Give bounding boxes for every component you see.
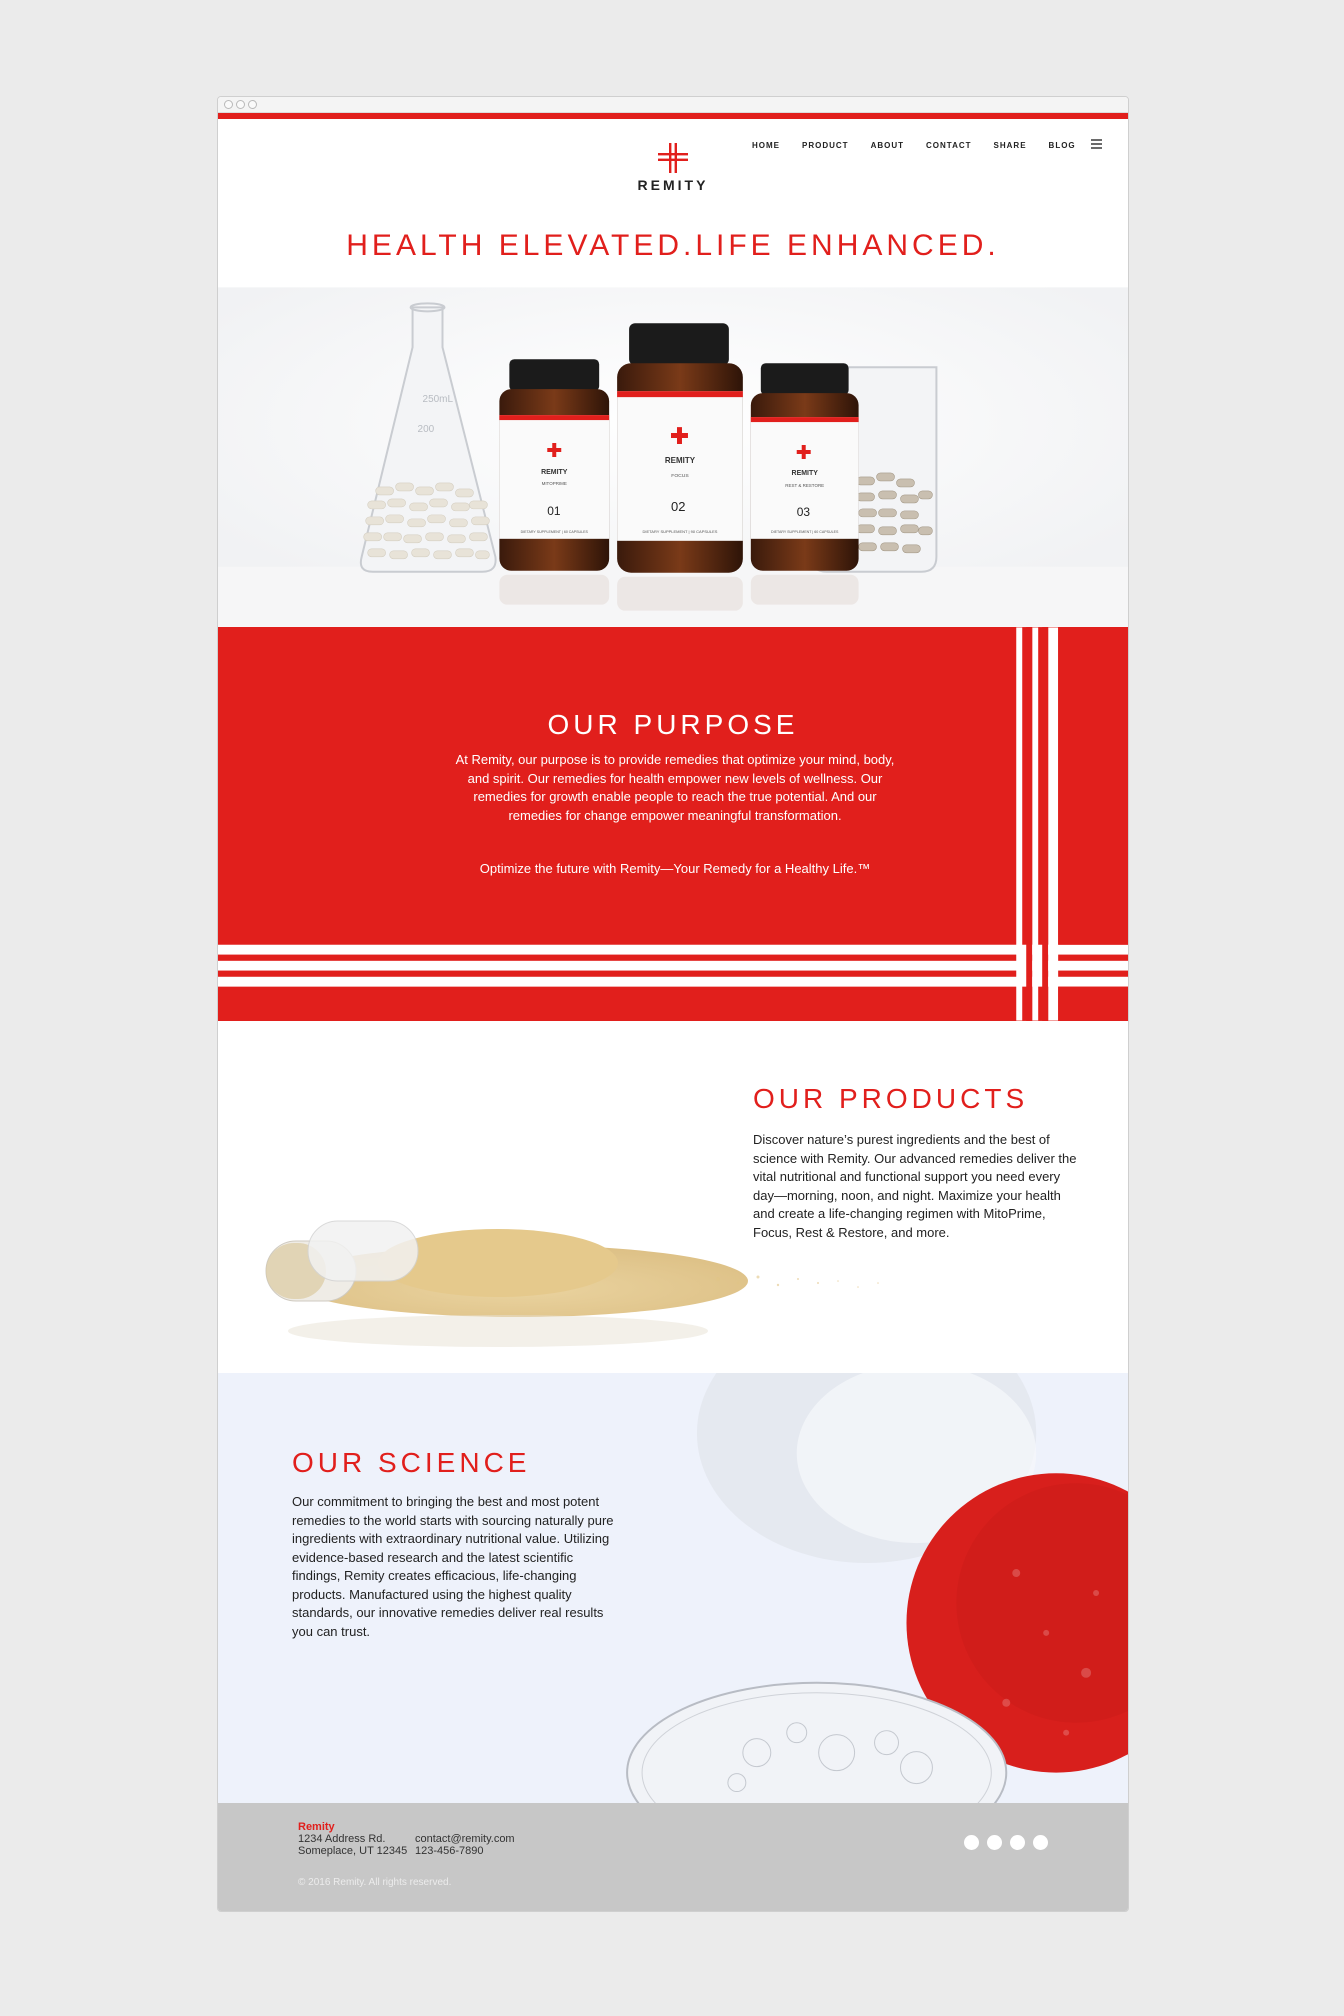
science-title: OUR SCIENCE	[292, 1447, 531, 1478]
bottle-focus: REMITY FOCUS 02 DIETARY SUPPLEMENT | 90 …	[617, 323, 743, 573]
footer-address-line2: Someplace, UT 12345	[298, 1845, 408, 1857]
svg-text:REMITY: REMITY	[541, 469, 568, 476]
remity-cross-logo-icon	[658, 143, 688, 173]
browser-chrome-bar	[218, 97, 1128, 113]
bottle-rest-restore: REMITY REST & RESTORE 03 DIETARY SUPPLEM…	[750, 363, 859, 571]
hamburger-icon[interactable]	[1091, 139, 1102, 149]
footer-email[interactable]: contact@remity.com	[415, 1833, 515, 1845]
svg-text:FOCUS: FOCUS	[671, 473, 689, 479]
svg-text:02: 02	[671, 499, 685, 514]
svg-text:250mL: 250mL	[423, 394, 454, 405]
svg-text:REMITY: REMITY	[792, 470, 819, 477]
svg-text:01: 01	[547, 504, 561, 518]
svg-text:DIETARY SUPPLEMENT | 60 CAPSUL: DIETARY SUPPLEMENT | 60 CAPSULES	[771, 530, 839, 534]
svg-text:MITOPRIME: MITOPRIME	[542, 481, 567, 486]
main-nav: HOME PRODUCT ABOUT CONTACT SHARE BLOG	[752, 141, 1076, 150]
purpose-title: OUR PURPOSE	[547, 709, 799, 740]
window-close-icon[interactable]	[224, 100, 233, 109]
products-title: OUR PRODUCTS	[753, 1083, 1029, 1114]
site-logo[interactable]: REMITY	[618, 143, 728, 193]
science-section: OUR SCIENCE Our commitment to bringing t…	[218, 1373, 1128, 1803]
bottle-mitoprime: REMITY MITOPRIME 01 DIETARY SUPPLEMENT |…	[499, 359, 610, 571]
svg-text:REST & RESTORE: REST & RESTORE	[785, 483, 824, 488]
window-maximize-icon[interactable]	[248, 100, 257, 109]
social-icon-1[interactable]	[964, 1835, 979, 1850]
nav-blog[interactable]: BLOG	[1049, 141, 1076, 150]
footer-address-line1: 1234 Address Rd.	[298, 1833, 386, 1845]
hero-product-photo: 250mL 200 REMITY MITOPRIME 01 DIETARY SU…	[218, 287, 1128, 627]
browser-window: REMITY HOME PRODUCT ABOUT CONTACT SHARE …	[217, 96, 1129, 1912]
social-icon-3[interactable]	[1010, 1835, 1025, 1850]
purpose-tagline: Optimize the future with Remity—Your Rem…	[479, 861, 871, 876]
nav-product[interactable]: PRODUCT	[802, 141, 849, 150]
purpose-body: At Remity, our purpose is to provide rem…	[455, 752, 895, 823]
science-body: Our commitment to bringing the best and …	[292, 1494, 614, 1639]
purpose-section: OUR PURPOSE At Remity, our purpose is to…	[218, 627, 1128, 1021]
svg-text:03: 03	[797, 505, 811, 519]
nav-share[interactable]: SHARE	[994, 141, 1027, 150]
window-minimize-icon[interactable]	[236, 100, 245, 109]
svg-text:DIETARY SUPPLEMENT | 90 CAPSUL: DIETARY SUPPLEMENT | 90 CAPSULES	[643, 529, 718, 534]
social-icon-4[interactable]	[1033, 1835, 1048, 1850]
nav-about[interactable]: ABOUT	[871, 141, 904, 150]
svg-text:DIETARY SUPPLEMENT | 60 CAPSUL: DIETARY SUPPLEMENT | 60 CAPSULES	[521, 530, 589, 534]
nav-contact[interactable]: CONTACT	[926, 141, 972, 150]
brand-wordmark: REMITY	[637, 177, 709, 193]
footer-company: Remity	[298, 1821, 335, 1833]
social-links	[964, 1835, 1048, 1850]
svg-text:REMITY: REMITY	[665, 456, 696, 465]
footer-phone[interactable]: 123-456-7890	[415, 1845, 484, 1857]
top-accent-line	[218, 113, 1128, 119]
products-section: OUR PRODUCTS Discover nature’s purest in…	[218, 1021, 1128, 1373]
footer-copyright: © 2016 Remity. All rights reserved.	[298, 1877, 452, 1888]
nav-home[interactable]: HOME	[752, 141, 780, 150]
hero-title: HEALTH ELEVATED.LIFE ENHANCED.	[346, 229, 1000, 262]
social-icon-2[interactable]	[987, 1835, 1002, 1850]
products-body: Discover nature’s purest ingredients and…	[753, 1132, 1077, 1240]
svg-text:200: 200	[418, 424, 435, 435]
site-footer: Remity 1234 Address Rd. Someplace, UT 12…	[218, 1803, 1128, 1911]
